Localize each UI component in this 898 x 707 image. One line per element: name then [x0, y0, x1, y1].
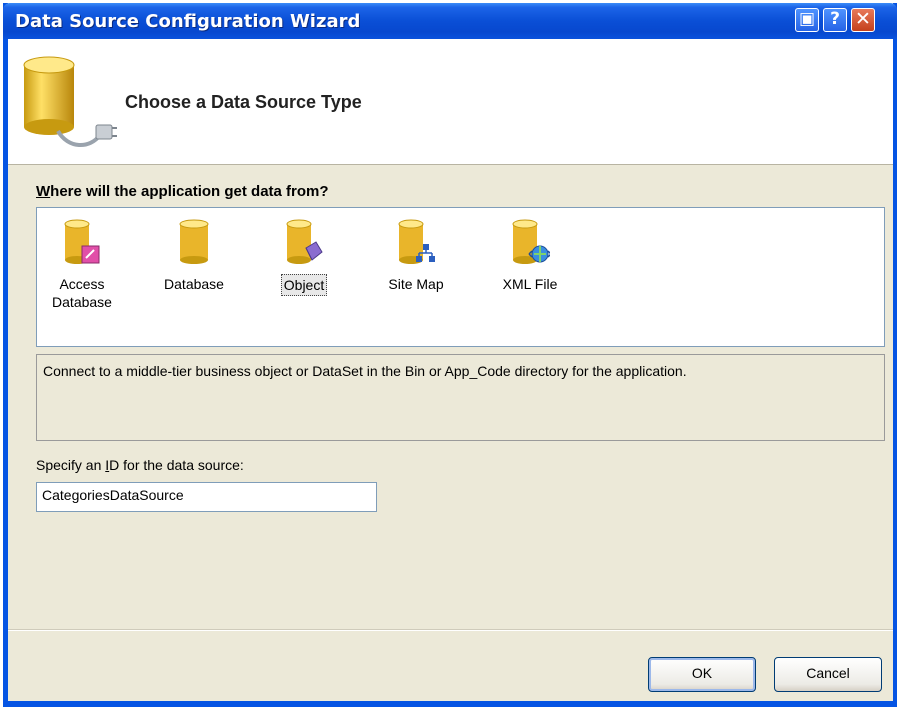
source-label: Access Database	[52, 276, 112, 310]
title-bar[interactable]: Data Source Configuration Wizard ▣ ? ✕	[3, 3, 897, 39]
database-icon	[179, 219, 209, 264]
id-label-after: D for the data source:	[109, 457, 244, 473]
window-bottom-border	[3, 701, 897, 707]
database-plug-icon	[23, 56, 117, 147]
close-button[interactable]: ✕	[851, 8, 875, 32]
source-description: Connect to a middle-tier business object…	[36, 354, 885, 441]
ok-button[interactable]: OK	[648, 657, 756, 692]
source-label: Site Map	[388, 276, 444, 292]
source-label: XML File	[502, 276, 558, 292]
system-menu-button[interactable]: ▣	[795, 8, 819, 32]
id-field-label: Specify an ID for the data source:	[36, 457, 244, 473]
xml-file-icon	[512, 219, 550, 264]
window-title: Data Source Configuration Wizard	[15, 11, 361, 32]
mnemonic-w: W	[36, 183, 51, 200]
source-question-label: Where will the application get data from…	[36, 183, 329, 200]
wizard-header: Choose a Data Source Type	[8, 39, 893, 165]
source-item-xml-file[interactable]: XML File	[485, 218, 575, 294]
source-label: Object	[280, 274, 328, 296]
page-heading: Choose a Data Source Type	[125, 92, 362, 112]
object-icon	[286, 219, 323, 264]
source-item-site-map[interactable]: Site Map	[371, 218, 461, 294]
data-source-list[interactable]: Access Database Database Object Site Map	[36, 207, 885, 347]
wizard-dialog: Data Source Configuration Wizard ▣ ? ✕ C…	[3, 3, 897, 707]
source-item-access-database[interactable]: Access Database	[37, 218, 127, 312]
help-button[interactable]: ?	[823, 8, 847, 32]
source-item-database[interactable]: Database	[149, 218, 239, 294]
site-map-icon	[398, 219, 435, 264]
cancel-button[interactable]: Cancel	[774, 657, 882, 692]
id-label-before: Specify an	[36, 457, 106, 473]
button-divider	[8, 629, 893, 631]
question-text: here will the application get data from?	[50, 183, 329, 200]
data-source-id-input[interactable]: CategoriesDataSource	[36, 482, 377, 512]
source-item-object[interactable]: Object	[259, 218, 349, 296]
access-database-icon	[64, 219, 100, 264]
source-label: Database	[164, 276, 224, 292]
